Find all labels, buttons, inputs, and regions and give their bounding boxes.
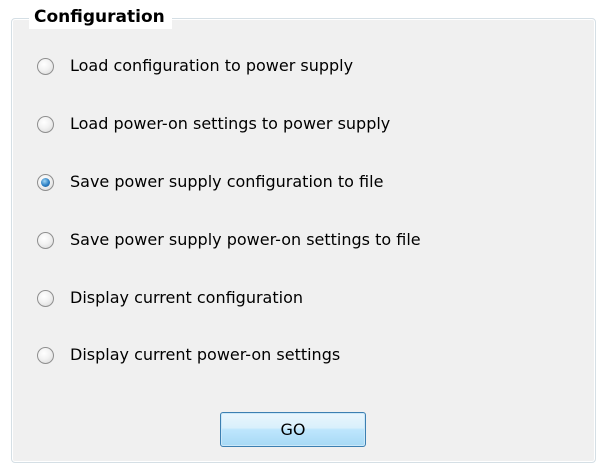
radio-label[interactable]: Load power-on settings to power supply [70,111,390,137]
radio-option-display-configuration[interactable]: Display current configuration [37,285,303,311]
radio-button-selected-icon[interactable] [37,173,54,191]
radio-option-save-configuration[interactable]: Save power supply configuration to file [37,169,383,195]
groupbox-title: Configuration [29,5,172,29]
go-button[interactable]: GO [220,412,366,447]
radio-button-icon[interactable] [37,346,54,364]
radio-option-display-power-on-settings[interactable]: Display current power-on settings [37,342,340,368]
radio-option-load-power-on-settings[interactable]: Load power-on settings to power supply [37,111,390,137]
radio-option-save-power-on-settings[interactable]: Save power supply power-on settings to f… [37,227,421,253]
radio-button-icon[interactable] [37,231,54,249]
radio-label[interactable]: Display current power-on settings [70,342,340,368]
radio-label[interactable]: Load configuration to power supply [70,53,353,79]
radio-option-load-configuration[interactable]: Load configuration to power supply [37,53,353,79]
radio-button-icon[interactable] [37,115,54,133]
radio-button-icon[interactable] [37,289,54,307]
radio-label[interactable]: Save power supply power-on settings to f… [70,227,421,253]
radio-button-icon[interactable] [37,57,54,75]
radio-label[interactable]: Display current configuration [70,285,303,311]
radio-label[interactable]: Save power supply configuration to file [70,169,383,195]
